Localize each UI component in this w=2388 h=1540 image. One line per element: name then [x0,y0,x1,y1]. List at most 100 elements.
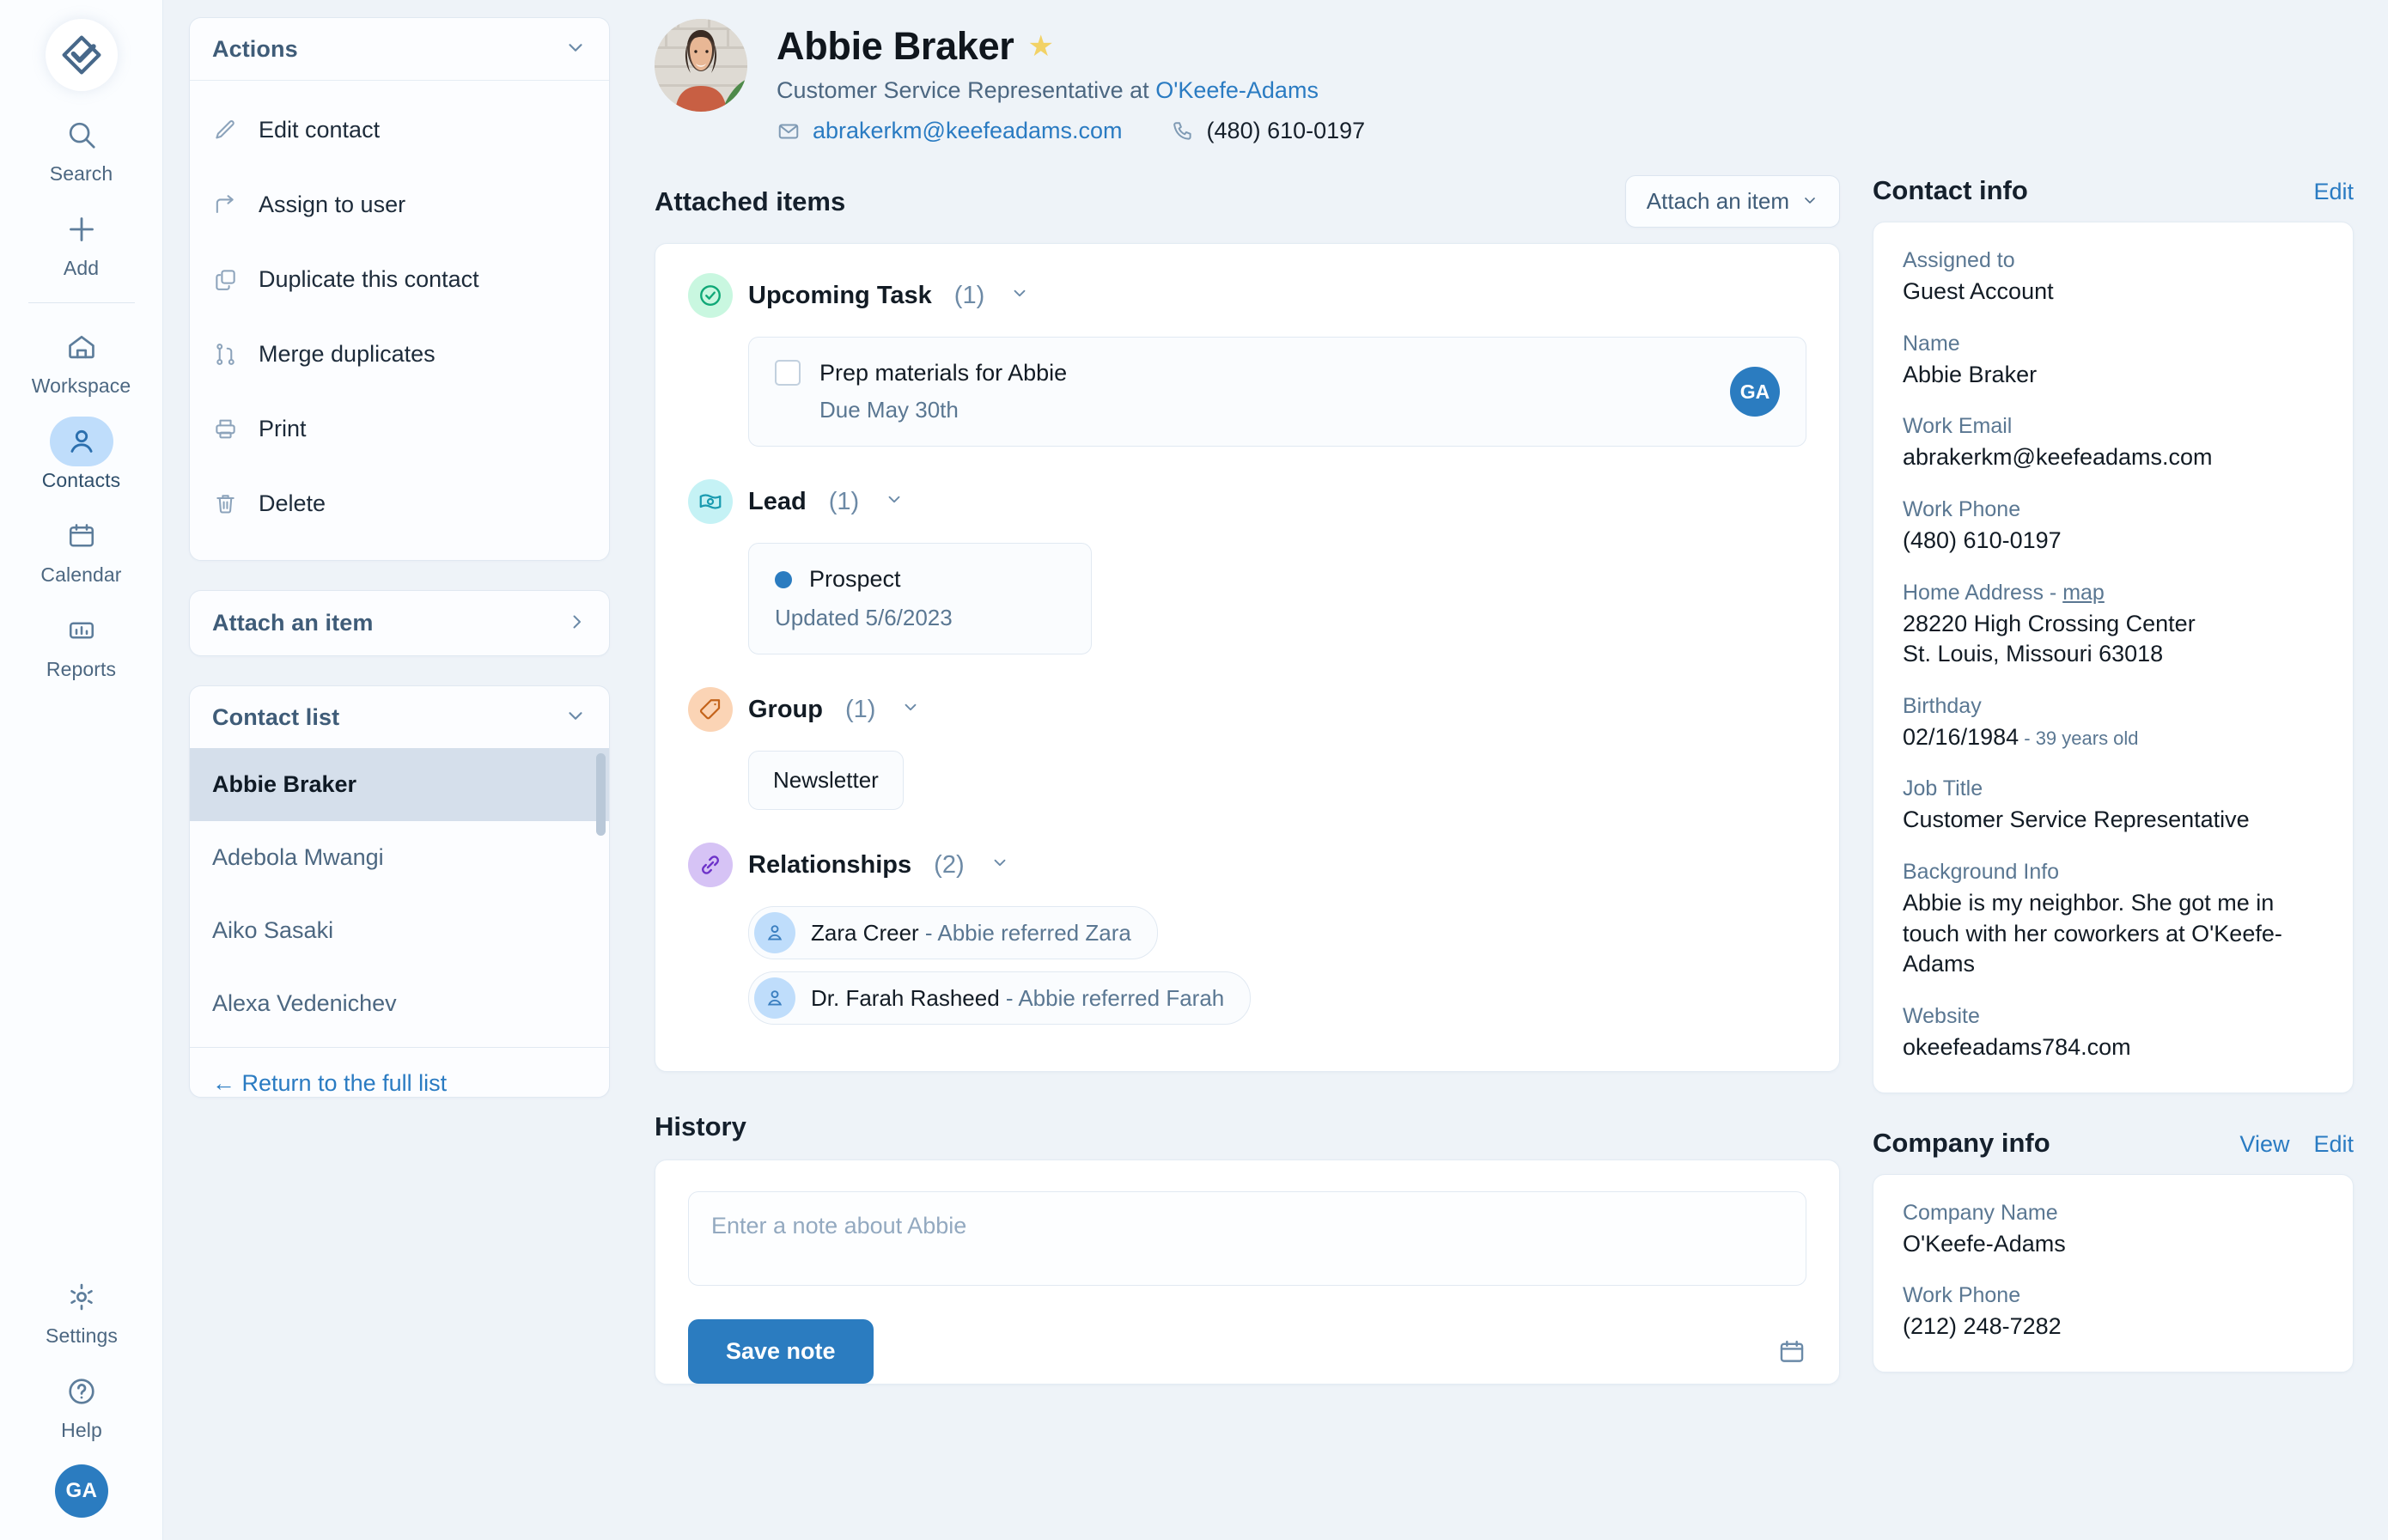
attach-an-item-panel[interactable]: Attach an item [189,590,610,656]
action-label: Merge duplicates [259,341,436,367]
phone-number[interactable]: (480) 610-0197 [1207,118,1366,144]
chevron-down-icon[interactable] [564,704,587,730]
relationship-description: - Abbie referred Farah [999,984,1225,1011]
list-item[interactable]: Adebola Mwangi [190,821,609,894]
person-icon [754,912,795,953]
action-merge-duplicates[interactable]: Merge duplicates [190,317,609,392]
action-assign-to-user[interactable]: Assign to user [190,167,609,242]
attached-items-title: Attached items [655,186,846,216]
action-delete[interactable]: Delete [190,466,609,541]
left-panel-column: Actions Edit contact Assign to user Dupl… [163,0,636,1540]
field-home-address: Home Address - map 28220 High Crossing C… [1903,581,2324,670]
chevron-down-icon[interactable] [990,853,1009,877]
actions-panel-header[interactable]: Actions [190,18,609,80]
chevron-down-icon[interactable] [885,490,904,514]
attached-group-body: Prep materials for Abbie Due May 30th GA [688,337,1806,447]
sidebar-item-workspace[interactable]: Workspace [0,303,163,398]
relationship-name: Dr. Farah Rasheed [811,984,1000,1011]
chevron-down-icon[interactable] [1010,283,1029,307]
sidebar-item-calendar[interactable]: Calendar [0,492,163,587]
relationship-chip[interactable]: Zara Creer - Abbie referred Zara [748,906,1158,959]
list-item[interactable]: Alexia Cheales [190,1040,609,1047]
scrollbar-thumb[interactable] [596,753,606,836]
chevron-right-icon[interactable] [566,612,587,636]
attach-an-item-header[interactable]: Attach an item [190,591,609,655]
contact-header-text: Abbie Braker ★ Customer Service Represen… [777,19,1365,144]
chevron-down-icon[interactable] [564,36,587,62]
action-duplicate-contact[interactable]: Duplicate this contact [190,242,609,317]
contact-role-line: Customer Service Representative at O'Kee… [777,77,1365,104]
attached-group-group: Group (1) Newsletter [688,687,1806,810]
company-info-bar: Company info View Edit [1873,1128,2354,1159]
attached-group-header[interactable]: Group (1) [688,687,1806,732]
check-circle-icon [688,273,733,318]
list-item[interactable]: Abbie Braker [190,748,609,821]
attach-an-item-button[interactable]: Attach an item [1624,175,1840,228]
sidebar-item-help[interactable]: Help [0,1348,163,1442]
actions-list: Edit contact Assign to user Duplicate th… [190,81,609,560]
action-edit-contact[interactable]: Edit contact [190,93,609,167]
field-value: (480) 610-0197 [1903,527,2062,553]
task-assignee-avatar[interactable]: GA [1730,367,1780,417]
chart-bars-icon [50,606,113,655]
link-icon [688,843,733,887]
calendar-icon [50,511,113,561]
calendar-icon[interactable] [1777,1337,1806,1367]
group-title: Upcoming Task [748,281,932,309]
field-name: Name Abbie Braker [1903,332,2324,391]
sidebar-item-add[interactable]: Add [0,186,163,280]
contact-list-panel: Contact list Abbie Braker Adebola Mwangi… [189,685,610,1098]
star-icon[interactable]: ★ [1028,32,1054,61]
contact-info-bar: Contact info Edit [1873,175,2354,206]
history-card: Save note [655,1160,1840,1385]
group-count: (1) [845,695,876,723]
contact-avatar-photo [655,19,747,112]
contact-info-edit-link[interactable]: Edit [2313,179,2354,205]
list-item[interactable]: Aiko Sasaki [190,894,609,967]
list-item[interactable]: Alexa Vedenichev [190,967,609,1040]
sidebar-item-reports[interactable]: Reports [0,587,163,681]
sidebar-item-search[interactable]: Search [0,91,163,186]
attached-group-header[interactable]: Lead (1) [688,479,1806,524]
company-info-edit-link[interactable]: Edit [2313,1131,2354,1158]
field-label: Home Address - map [1903,581,2324,606]
action-print[interactable]: Print [190,392,609,466]
tag-icon [688,687,733,732]
task-complete-checkbox[interactable] [775,360,801,386]
status-badge [775,570,792,588]
lead-tile[interactable]: Prospect Updated 5/6/2023 [748,543,1092,654]
attached-group-header[interactable]: Upcoming Task (1) [688,273,1806,318]
attached-group-header[interactable]: Relationships (2) [688,843,1806,887]
save-note-button[interactable]: Save note [688,1319,874,1384]
return-to-full-list-link[interactable]: ← Return to the full list [212,1070,447,1096]
contact-list-scroll-area[interactable]: Abbie Braker Adebola Mwangi Aiko Sasaki … [190,748,609,1047]
printer-icon [212,417,238,441]
note-input[interactable] [688,1191,1806,1286]
relationship-chip[interactable]: Dr. Farah Rasheed - Abbie referred Farah [748,971,1252,1025]
attached-group-body: Prospect Updated 5/6/2023 [688,543,1806,654]
trash-icon [212,491,238,516]
primary-nav-rail: Search Add Workspace Contacts Calendar R… [0,0,163,1540]
field-background-info: Background Info Abbie is my neighbor. Sh… [1903,860,2324,980]
email-link[interactable]: abrakerkm@keefeadams.com [813,118,1123,144]
attach-an-item-title: Attach an item [212,610,374,636]
sidebar-item-label: Search [49,162,113,185]
person-icon [49,417,113,466]
sidebar-item-contacts[interactable]: Contacts [0,398,163,492]
field-value: abrakerkm@keefeadams.com [1903,444,2213,471]
company-link[interactable]: O'Keefe-Adams [1155,77,1319,103]
sidebar-item-settings[interactable]: Settings [0,1253,163,1348]
task-tile[interactable]: Prep materials for Abbie Due May 30th GA [748,337,1806,447]
company-info-view-link[interactable]: View [2239,1131,2289,1158]
field-value: Customer Service Representative [1903,807,2250,833]
action-label: Edit contact [259,117,381,143]
gear-icon [50,1272,113,1322]
app-logo[interactable] [45,19,118,91]
avatar[interactable]: GA [55,1464,108,1518]
chevron-down-icon[interactable] [901,697,920,721]
field-label: Birthday [1903,693,1982,718]
contact-list-header[interactable]: Contact list [190,686,609,748]
map-link[interactable]: map [2062,581,2105,605]
contact-info-links: Edit [2313,179,2354,205]
group-chip[interactable]: Newsletter [748,751,904,810]
